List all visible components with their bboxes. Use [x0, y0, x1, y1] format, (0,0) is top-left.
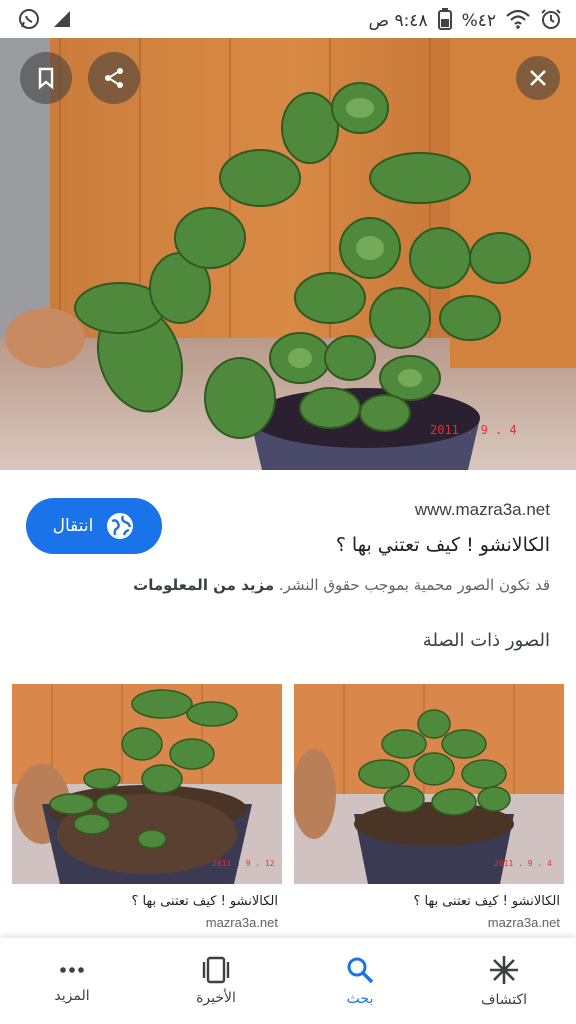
status-bar-left: [18, 8, 72, 34]
copyright-notice: قد تكون الصور محمية بموجب حقوق النشر. مز…: [133, 576, 550, 594]
more-info-link[interactable]: مزيد من المعلومات: [133, 576, 274, 594]
plant-photo: 2011 . 9 . 4: [0, 38, 576, 470]
nav-recent[interactable]: الأخيرة: [144, 938, 288, 1024]
alarm-icon: [540, 8, 562, 34]
nav-more-label: المزيد: [54, 988, 90, 1004]
source-url[interactable]: www.mazra3a.net: [415, 500, 550, 520]
signal-icon: [52, 9, 72, 33]
status-bar: ٩:٤٨ ص %٤٢: [0, 0, 576, 38]
photo-watermark: 2011 . 9 . 4: [430, 423, 517, 437]
related-images-heading: الصور ذات الصلة: [422, 630, 550, 651]
bookmark-icon: [38, 67, 54, 90]
related-card[interactable]: 2011 . 9 . 12 الكالانشو ! كيف تعتنى بها …: [12, 684, 282, 930]
related-card-title[interactable]: الكالانشو ! كيف تعتنى بها ؟: [294, 894, 564, 909]
close-button[interactable]: [516, 56, 560, 100]
whatsapp-icon: [18, 8, 40, 34]
status-time: ٩:٤٨ ص: [368, 11, 428, 31]
bottom-navigation: المزيد الأخيرة بحث اكتشاف: [0, 938, 576, 1024]
globe-icon: [107, 513, 134, 539]
nav-search-label: بحث: [346, 991, 374, 1007]
thumbnail-watermark: 2011 . 9 . 4: [494, 859, 552, 868]
visit-button-label: انتقال: [52, 516, 94, 536]
related-thumbnail[interactable]: 2011 . 9 . 4: [294, 684, 564, 884]
nav-more[interactable]: المزيد: [0, 938, 144, 1024]
nav-discover[interactable]: اكتشاف: [432, 938, 576, 1024]
visit-button[interactable]: انتقال: [26, 498, 162, 554]
thumbnail-watermark: 2011 . 9 . 12: [212, 859, 275, 868]
share-icon: [105, 68, 123, 88]
close-icon: [530, 70, 546, 86]
battery-percent: %٤٢: [461, 11, 496, 31]
related-card-source: mazra3a.net: [205, 915, 278, 930]
related-thumbnail[interactable]: 2011 . 9 . 12: [12, 684, 282, 884]
related-card-title[interactable]: الكالانشو ! كيف تعتنى بها ؟: [12, 894, 282, 909]
wifi-icon: [506, 9, 530, 33]
nav-search[interactable]: بحث: [288, 938, 432, 1024]
asterisk-icon: [490, 956, 518, 984]
bookmark-button[interactable]: [20, 52, 72, 104]
page-title[interactable]: الكالانشو ! كيف تعتني بها ؟: [336, 534, 550, 556]
copyright-text: قد تكون الصور محمية بموجب حقوق النشر.: [278, 576, 550, 594]
nav-recent-label: الأخيرة: [196, 990, 236, 1006]
search-icon: [347, 957, 374, 984]
more-dots-icon: [60, 967, 84, 973]
nav-discover-label: اكتشاف: [480, 992, 528, 1008]
status-bar-right: ٩:٤٨ ص %٤٢: [368, 8, 562, 34]
related-card[interactable]: 2011 . 9 . 4 الكالانشو ! كيف تعتنى بها ؟…: [294, 684, 564, 930]
share-button[interactable]: [88, 52, 140, 104]
tabs-icon: [202, 956, 230, 984]
related-card-source: mazra3a.net: [487, 915, 560, 930]
hero-image[interactable]: 2011 . 9 . 4: [0, 38, 576, 470]
battery-icon: [437, 8, 452, 34]
